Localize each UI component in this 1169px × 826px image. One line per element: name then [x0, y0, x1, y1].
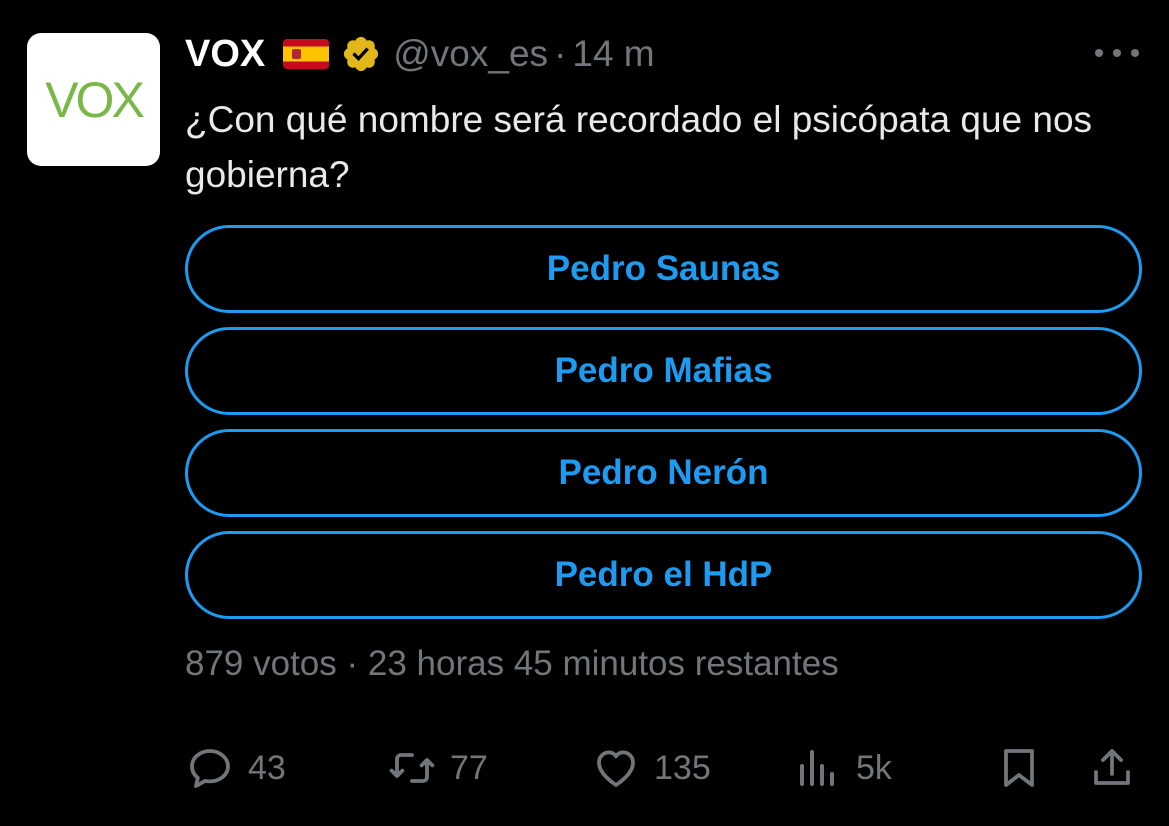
display-name[interactable]: VOX	[185, 33, 265, 76]
vox-logo: VOX	[45, 71, 145, 128]
views-button[interactable]: 5k	[794, 740, 892, 796]
action-bar: 43 77 135 5k	[0, 730, 1169, 810]
user-handle[interactable]: @vox_es	[393, 33, 548, 75]
avatar[interactable]: VOX	[27, 33, 160, 166]
share-icon	[1094, 749, 1130, 785]
share-button[interactable]	[1088, 740, 1136, 796]
poll: Pedro Saunas Pedro Mafias Pedro Nerón Pe…	[185, 225, 1142, 633]
like-count: 135	[654, 748, 711, 787]
views-icon	[800, 750, 834, 786]
like-button[interactable]: 135	[592, 740, 711, 796]
separator-dot: ·	[554, 33, 567, 74]
poll-option-1[interactable]: Pedro Saunas	[185, 225, 1142, 313]
tweet-header: VOX @vox_es · 14 m	[185, 26, 655, 82]
poll-status: 879 votos · 23 horas 45 minutos restante…	[185, 644, 839, 683]
reply-icon	[190, 749, 230, 788]
bookmark-icon	[1004, 749, 1034, 787]
timestamp[interactable]: 14 m	[572, 33, 654, 75]
reply-count: 43	[248, 748, 286, 787]
view-count: 5k	[856, 748, 892, 787]
spain-flag-icon	[283, 39, 330, 69]
tweet-text: ¿Con qué nombre será recordado el psicóp…	[185, 99, 1093, 195]
repost-button[interactable]: 77	[388, 740, 488, 796]
poll-option-4[interactable]: Pedro el HdP	[185, 531, 1142, 619]
verified-badge-icon	[344, 36, 379, 72]
repost-count: 77	[450, 748, 488, 787]
more-options-icon[interactable]	[1095, 44, 1139, 62]
reply-button[interactable]: 43	[186, 740, 286, 796]
poll-option-2[interactable]: Pedro Mafias	[185, 327, 1142, 415]
bookmark-button[interactable]	[995, 740, 1043, 796]
repost-icon	[389, 753, 435, 783]
heart-icon	[597, 750, 635, 787]
poll-option-3[interactable]: Pedro Nerón	[185, 429, 1142, 517]
